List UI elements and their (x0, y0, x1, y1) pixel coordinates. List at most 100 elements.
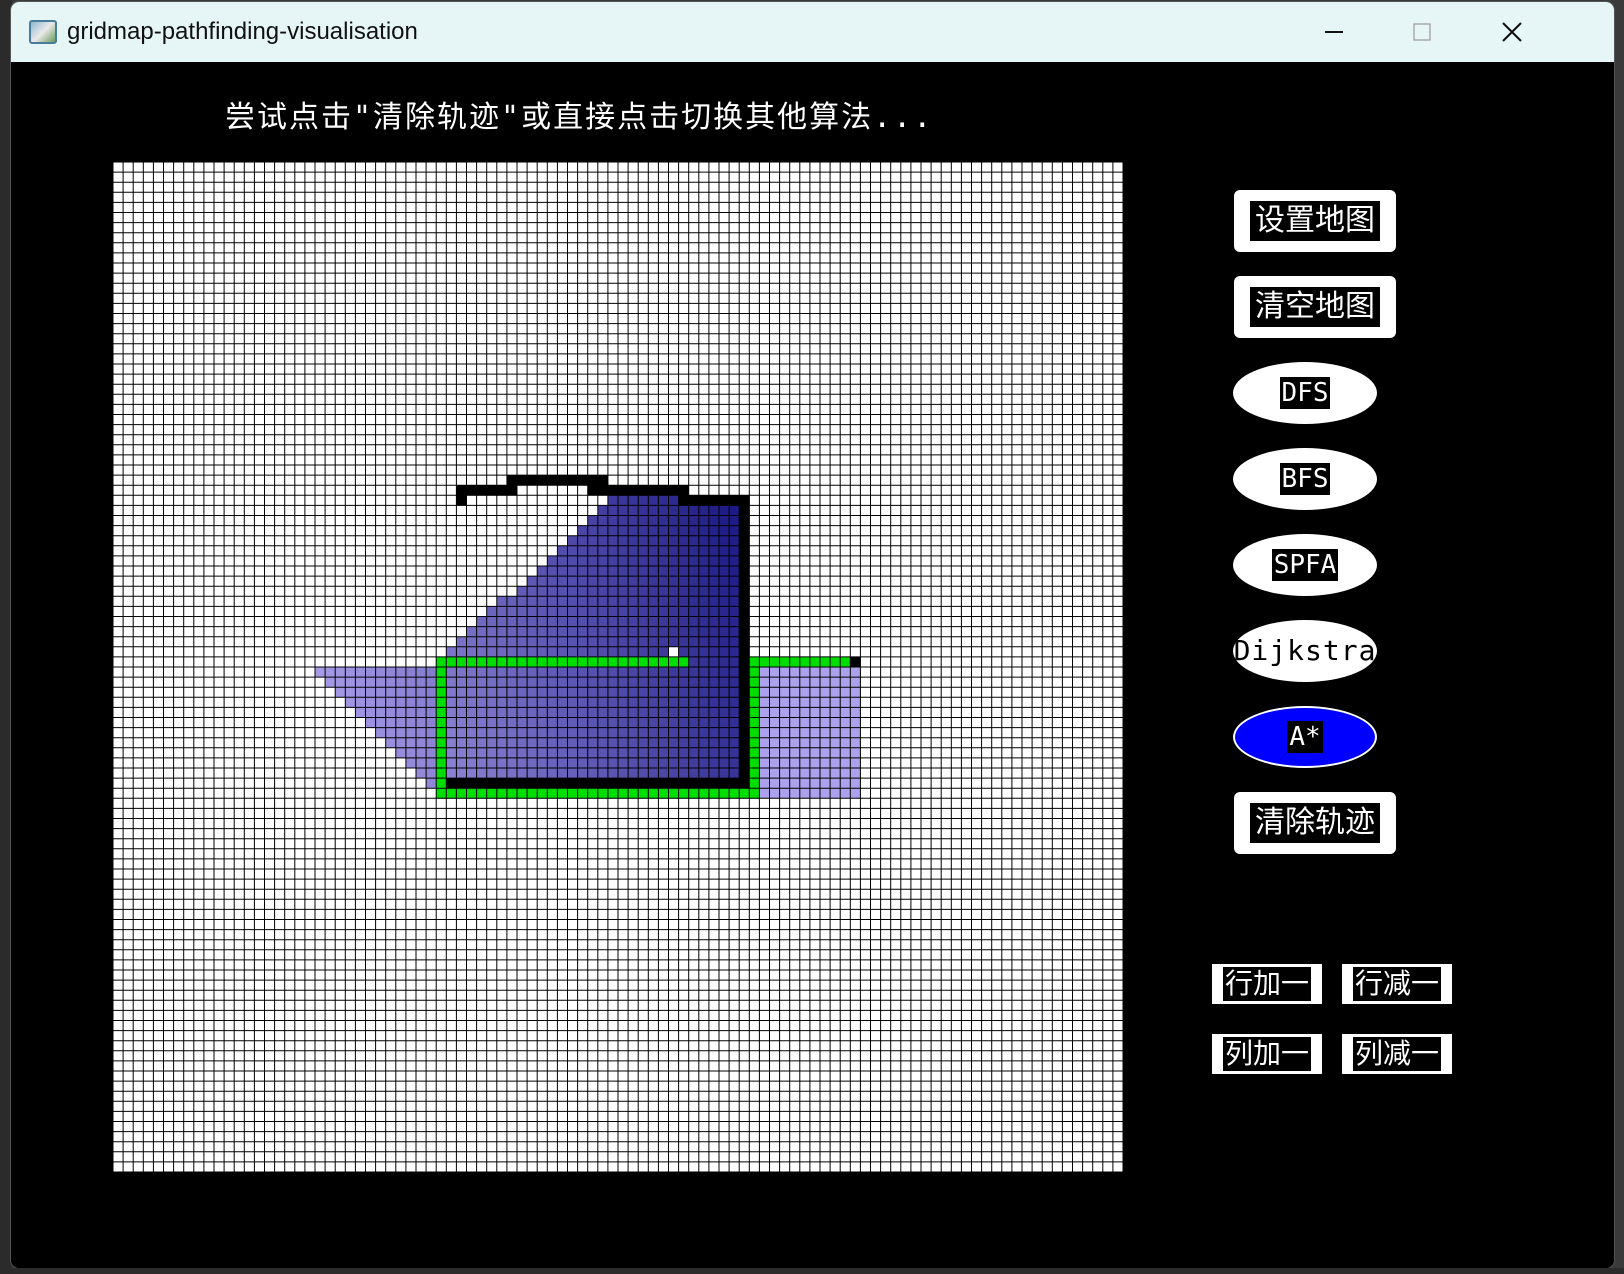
visited-cell (567, 576, 578, 587)
visited-cell (698, 545, 710, 557)
visited-cell (759, 677, 770, 688)
visited-cell (496, 717, 508, 728)
minimize-button[interactable] (1289, 2, 1379, 62)
row-sub-button[interactable]: 行减一 (1342, 964, 1452, 1004)
visited-cell (708, 677, 720, 688)
visited-cell (648, 606, 659, 617)
visited-cell (537, 596, 548, 607)
visited-cell (557, 616, 568, 627)
dfs-button[interactable]: DFS (1233, 362, 1377, 424)
visited-cell (708, 768, 720, 779)
dijkstra-label: Dijkstra (1233, 634, 1377, 667)
wall-cell (577, 475, 588, 486)
visited-cell (547, 596, 558, 607)
visited-cell (577, 737, 588, 749)
visited-cell (466, 687, 477, 698)
visited-cell (678, 667, 689, 678)
visited-cell (658, 626, 669, 637)
visited-cell (527, 757, 538, 769)
wall-cell (557, 778, 568, 789)
path-cell (466, 656, 477, 668)
visited-cell (537, 727, 548, 738)
visited-cell (688, 687, 700, 698)
visited-cell (506, 636, 518, 648)
visited-cell (688, 727, 700, 738)
visited-cell (840, 768, 851, 779)
visited-cell (385, 687, 397, 698)
visited-cell (557, 566, 568, 577)
visited-cell (719, 505, 730, 516)
visited-cell (779, 768, 790, 779)
astar-button[interactable]: A* (1233, 706, 1377, 768)
visited-cell (375, 687, 386, 698)
visited-cell (587, 606, 599, 617)
visited-cell (557, 697, 568, 708)
visited-cell (385, 667, 397, 678)
grid-map[interactable] (113, 162, 1123, 1172)
close-button[interactable] (1467, 2, 1557, 62)
col-sub-button[interactable]: 列减一 (1342, 1034, 1452, 1074)
wall-cell (618, 485, 629, 496)
grid-canvas[interactable] (113, 162, 1123, 1172)
visited-cell (668, 576, 679, 587)
visited-cell (527, 596, 538, 607)
wall-cell (607, 778, 619, 789)
row-add-button[interactable]: 行加一 (1212, 964, 1322, 1004)
visited-cell (729, 525, 740, 536)
visited-cell (607, 727, 619, 738)
visited-cell (628, 717, 639, 728)
visited-cell (638, 505, 649, 516)
visited-cell (557, 576, 568, 587)
visited-cell (587, 727, 599, 738)
visited-cell (658, 555, 669, 567)
path-cell (517, 788, 528, 799)
spfa-button[interactable]: SPFA (1233, 534, 1377, 596)
visited-cell (729, 505, 740, 516)
wall-cell (597, 778, 609, 789)
col-add-button[interactable]: 列加一 (1212, 1034, 1322, 1074)
visited-cell (668, 535, 679, 547)
clear-trace-label: 清除轨迹 (1250, 803, 1380, 843)
path-cell (830, 656, 841, 668)
visited-cell (587, 545, 599, 557)
visited-cell (789, 707, 801, 718)
visited-cell (648, 596, 659, 607)
visited-cell (607, 697, 619, 708)
visited-cell (587, 596, 599, 607)
visited-cell (618, 586, 629, 597)
visited-cell (688, 596, 700, 607)
visited-cell (355, 687, 366, 698)
visited-cell (426, 717, 437, 728)
visited-cell (708, 596, 720, 607)
path-cell (597, 656, 609, 668)
bfs-button[interactable]: BFS (1233, 448, 1377, 510)
path-cell (678, 656, 689, 668)
wall-cell (739, 606, 750, 617)
visited-cell (416, 757, 427, 769)
path-cell (749, 727, 760, 738)
visited-cell (496, 667, 508, 678)
visited-cell (688, 667, 700, 678)
set-map-button[interactable]: 设置地图 (1234, 190, 1396, 252)
clear-trace-button[interactable]: 清除轨迹 (1234, 792, 1396, 854)
visited-cell (779, 697, 790, 708)
visited-cell (789, 737, 801, 749)
dijkstra-button[interactable]: Dijkstra (1233, 620, 1377, 682)
visited-cell (547, 626, 558, 637)
visited-cell (658, 525, 669, 536)
visited-cell (688, 576, 700, 587)
visited-cell (547, 576, 558, 587)
visited-cell (719, 727, 730, 738)
visited-cell (517, 667, 528, 678)
visited-cell (607, 717, 619, 728)
visited-cell (557, 626, 568, 637)
maximize-button[interactable] (1377, 2, 1467, 62)
visited-cell (708, 757, 720, 769)
title-bar[interactable]: gridmap-pathfinding-visualisation (11, 2, 1614, 62)
visited-cell (648, 747, 659, 759)
clear-map-button[interactable]: 清空地图 (1234, 276, 1396, 338)
visited-cell (628, 576, 639, 587)
wall-cell (446, 778, 457, 789)
visited-cell (618, 566, 629, 577)
visited-cell (456, 747, 467, 759)
